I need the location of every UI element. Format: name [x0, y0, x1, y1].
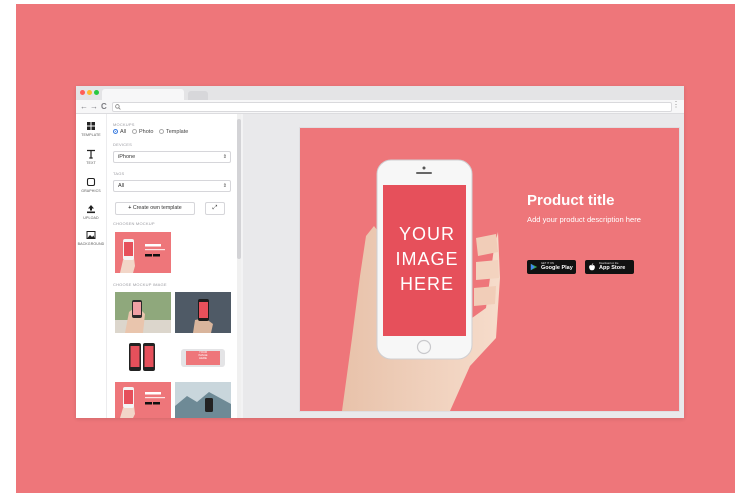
mini-image-text-3: HERE: [199, 356, 207, 361]
tags-value: All: [118, 183, 125, 189]
mockup-option-2[interactable]: [175, 292, 231, 333]
minimize-dot-icon[interactable]: [87, 90, 92, 95]
close-dot-icon[interactable]: [80, 90, 85, 95]
new-tab-button[interactable]: [188, 91, 208, 100]
square-icon: [86, 177, 96, 187]
nav-background[interactable]: BACKGROUND: [76, 227, 106, 253]
nav-template[interactable]: TEMPLATE: [76, 118, 106, 144]
template-preview-image: [120, 387, 165, 418]
nav-upload-label: UPLOAD: [83, 216, 99, 220]
nav-text-label: TEXT: [86, 161, 96, 165]
select-caret-icon: ⇕: [222, 154, 227, 160]
browser-window: ← → C ⋮ TEMPLATE TEXT GRAPHICS UPLOAD BA…: [76, 86, 684, 418]
maximize-dot-icon[interactable]: [94, 90, 99, 95]
mockup-option-3[interactable]: [115, 337, 171, 378]
mockup-stage[interactable]: YOUR IMAGE HERE Product title Add your p…: [299, 127, 680, 412]
dark-phone-photo: [175, 292, 231, 333]
placeholder-line-2: IMAGE: [395, 249, 459, 269]
select-caret-icon: ⇕: [222, 183, 227, 189]
upload-icon: [87, 205, 95, 214]
nav-text[interactable]: TEXT: [76, 146, 106, 172]
filter-all-label: All: [120, 129, 127, 135]
tags-select[interactable]: All ⇕: [113, 180, 231, 192]
panel-scrollbar[interactable]: [237, 114, 241, 418]
placeholder-line-1: YOUR: [398, 224, 455, 244]
mockups-label: MOCKUPS: [113, 122, 135, 127]
filter-all-radio[interactable]: All: [113, 129, 126, 135]
filter-photo-label: Photo: [139, 129, 154, 135]
app-store-small: Download on the: [599, 262, 619, 265]
back-icon[interactable]: ←: [80, 101, 88, 112]
radio-dot-icon: [132, 129, 137, 134]
product-title[interactable]: Product title: [527, 192, 615, 209]
chosen-mockup-label: CHOOSEN MOCKUP: [113, 221, 155, 226]
image-icon: [86, 231, 96, 239]
grid-icon: [87, 122, 95, 130]
two-phones-preview: [129, 343, 155, 371]
choose-image-label: CHOOSE MOCKUP IMAGE: [113, 282, 167, 287]
create-template-button[interactable]: + Create own template: [115, 202, 195, 215]
nav-template-label: TEMPLATE: [81, 133, 101, 137]
nav-graphics[interactable]: GRAPHICS: [76, 174, 106, 200]
text-icon: [87, 149, 95, 159]
browser-menu-icon[interactable]: ⋮: [672, 100, 680, 109]
device-select[interactable]: iPhone ⇕: [113, 151, 231, 163]
filter-template-label: Template: [166, 129, 189, 135]
google-play-badge[interactable]: GET IT ON Google Play: [527, 260, 576, 274]
device-value: iPhone: [118, 154, 136, 160]
search-icon: [115, 104, 121, 110]
reload-icon[interactable]: C: [101, 101, 107, 112]
title-bar: [76, 86, 684, 100]
radio-dot-icon: [159, 129, 164, 134]
mockup-option-6[interactable]: [175, 382, 231, 418]
app-store-big: App Store: [599, 265, 626, 271]
mockup-option-1[interactable]: [115, 292, 171, 333]
create-template-label: Create own template: [132, 205, 182, 211]
expand-icon: ⤢: [212, 205, 218, 211]
canvas-area: YOUR IMAGE HERE Product title Add your p…: [243, 114, 684, 418]
address-bar: ← → C ⋮: [76, 100, 684, 114]
google-play-big: Google Play: [541, 265, 573, 271]
devices-label: DEVICES: [113, 142, 132, 147]
scroll-thumb[interactable]: [237, 119, 241, 259]
mockup-panel: MOCKUPS All Photo Template DEVICES iPhon…: [107, 114, 237, 418]
browser-tab[interactable]: [102, 89, 184, 100]
nav-upload[interactable]: UPLOAD: [76, 201, 106, 227]
chosen-mockup-thumbnail[interactable]: [115, 232, 171, 273]
left-nav: TEMPLATE TEXT GRAPHICS UPLOAD BACKGROUND: [76, 114, 107, 418]
google-play-icon: [530, 263, 538, 271]
apple-icon: [589, 263, 595, 271]
mockup-preview-image: [120, 239, 165, 273]
app-store-badge[interactable]: Download on the App Store: [585, 260, 634, 274]
forward-icon[interactable]: →: [90, 101, 98, 112]
mockup-option-4[interactable]: YOUR IMAGE HERE: [175, 337, 231, 378]
landscape-photo: [175, 382, 231, 418]
url-input[interactable]: [112, 102, 672, 112]
filter-photo-radio[interactable]: Photo: [132, 129, 153, 135]
nav-graphics-label: GRAPHICS: [81, 189, 101, 193]
tags-label: TAGS: [113, 171, 125, 176]
placeholder-line-3: HERE: [399, 274, 454, 294]
mockup-option-5[interactable]: [115, 382, 171, 418]
google-play-small: GET IT ON: [541, 262, 554, 265]
filter-template-radio[interactable]: Template: [159, 129, 188, 135]
expand-button[interactable]: ⤢: [205, 202, 225, 215]
plus-icon: +: [128, 205, 132, 211]
radio-dot-icon: [113, 129, 118, 134]
outdoor-phone-photo: [115, 292, 171, 333]
nav-background-label: BACKGROUND: [77, 242, 105, 246]
product-description[interactable]: Add your product description here: [527, 215, 641, 224]
